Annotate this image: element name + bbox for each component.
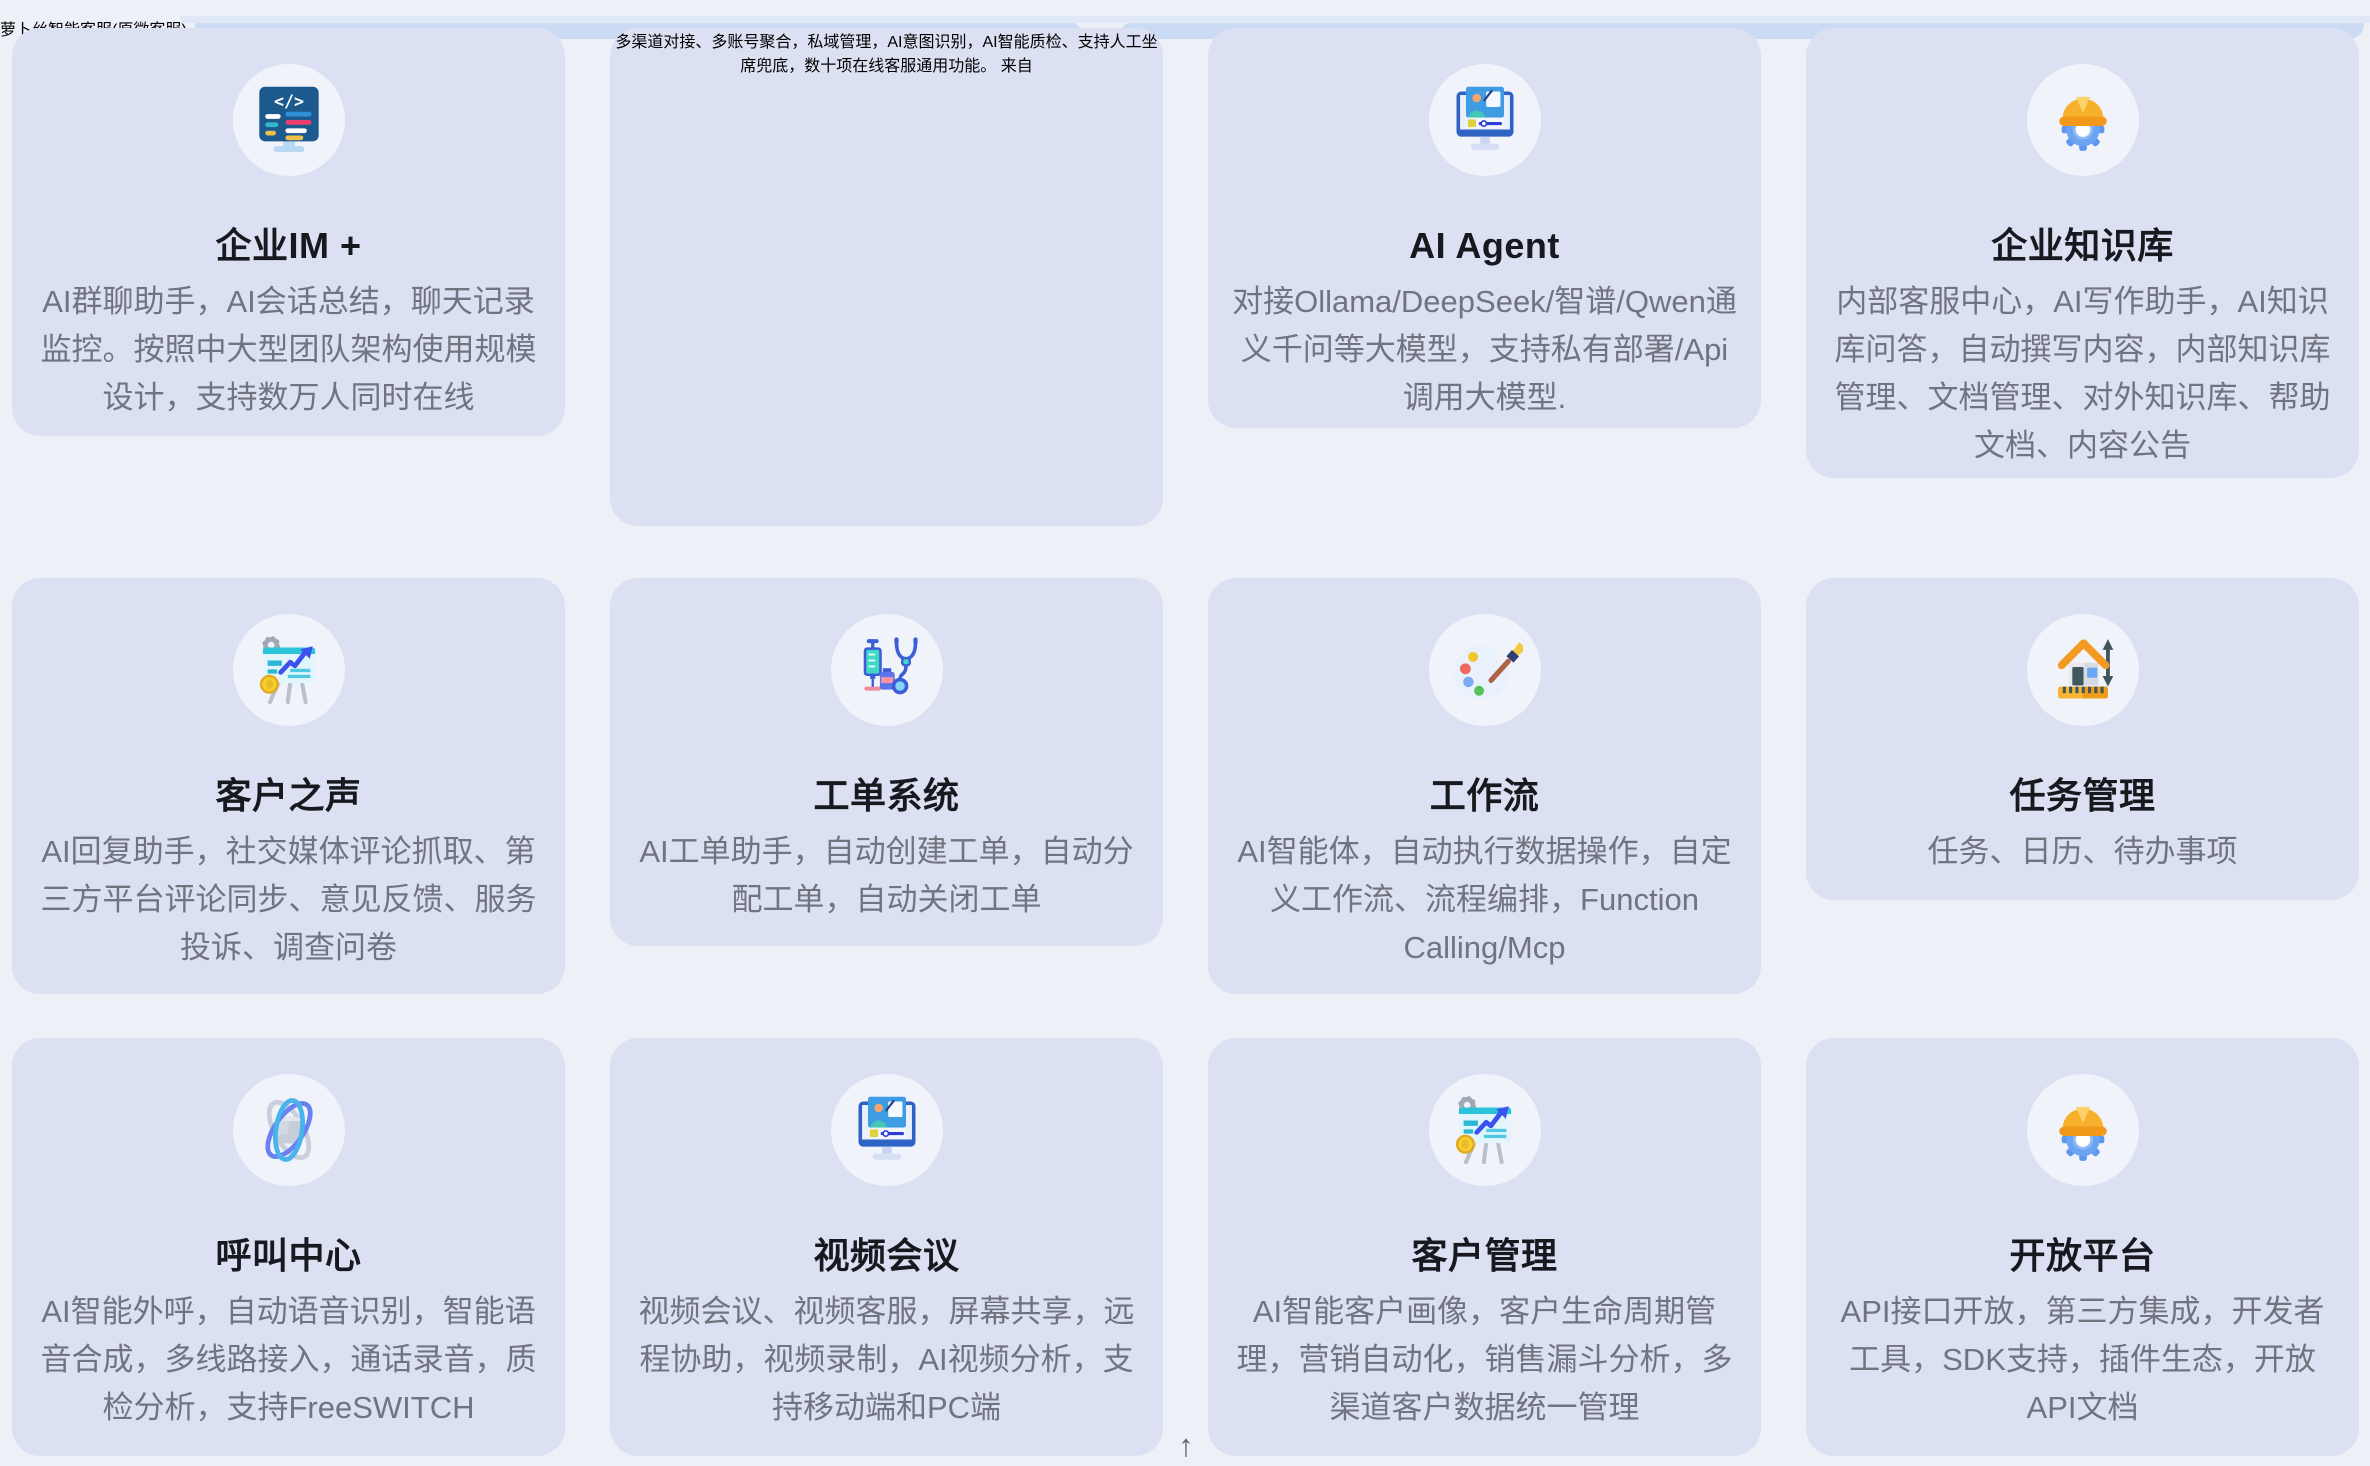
presenter-screen-icon [1429, 64, 1541, 176]
back-to-top-arrow-icon[interactable]: ↑ [1168, 1428, 1204, 1464]
feature-title: AI Agent [1208, 222, 1761, 270]
feature-title: 工作流 [1208, 772, 1761, 820]
feature-card-ai-agent[interactable]: AI Agent 对接Ollama/DeepSeek/智谱/Qwen通义千问等大… [1208, 28, 1761, 428]
feature-title: 呼叫中心 [12, 1232, 565, 1280]
feature-title: 企业知识库 [1806, 222, 2359, 270]
feature-desc: AI工单助手，自动创建工单，自动分配工单，自动关闭工单 [610, 828, 1163, 924]
feature-title: 客户管理 [1208, 1232, 1761, 1280]
feature-desc: 对接Ollama/DeepSeek/智谱/Qwen通义千问等大模型，支持私有部署… [1208, 278, 1761, 422]
feature-card-workflow[interactable]: 工作流 AI智能体，自动执行数据操作，自定义工作流、流程编排，Function … [1208, 578, 1761, 994]
medical-kit-icon [831, 614, 943, 726]
feature-card-knowledge-base[interactable]: 企业知识库 内部客服中心，AI写作助手，AI知识库问答，自动撰写内容，内部知识库… [1806, 28, 2359, 478]
feature-desc: AI群聊助手，AI会话总结，聊天记录监控。按照中大型团队架构使用规模设计，支持数… [12, 278, 565, 422]
top-section-divider [180, 16, 2370, 23]
palette-icon [1429, 614, 1541, 726]
feature-card-open-platform[interactable]: 开放平台 API接口开放，第三方集成，开发者工具，SDK支持，插件生态，开放AP… [1806, 1038, 2359, 1456]
feature-card-call-center[interactable]: 呼叫中心 AI智能外呼，自动语音识别，智能语音合成，多线路接入，通话录音，质检分… [12, 1038, 565, 1456]
chart-easel-icon [233, 614, 345, 726]
feature-card-ticket-system[interactable]: 工单系统 AI工单助手，自动创建工单，自动分配工单，自动关闭工单 [610, 578, 1163, 946]
feature-desc: 任务、日历、待办事项 [1806, 828, 2359, 876]
hardhat-gear-icon [2027, 1074, 2139, 1186]
feature-title: 视频会议 [610, 1232, 1163, 1280]
feature-title: 工单系统 [610, 772, 1163, 820]
feature-desc: AI回复助手，社交媒体评论抓取、第三方平台评论同步、意见反馈、服务投诉、调查问卷 [12, 828, 565, 972]
feature-title: 客户之声 [12, 772, 565, 820]
chart-easel-icon [1429, 1074, 1541, 1186]
feature-title: 开放平台 [1806, 1232, 2359, 1280]
feature-card-video-meeting[interactable]: 视频会议 视频会议、视频客服，屏幕共享，远程协助，视频录制，AI视频分析，支持移… [610, 1038, 1163, 1456]
feature-desc: AI智能外呼，自动语音识别，智能语音合成，多线路接入，通话录音，质检分析，支持F… [12, 1288, 565, 1432]
feature-desc: 内部客服中心，AI写作助手，AI知识库问答，自动撰写内容，内部知识库管理、文档管… [1806, 278, 2359, 470]
feature-desc-text: 多渠道对接、多账号聚合，私域管理，AI意图识别，AI智能质检、支持人工坐席兜底，… [615, 34, 1157, 75]
hardhat-gear-icon [2027, 64, 2139, 176]
presenter-screen-icon [831, 1074, 943, 1186]
feature-title: 企业IM + [12, 222, 565, 270]
feature-desc: AI智能体，自动执行数据操作，自定义工作流、流程编排，Function Call… [1208, 828, 1761, 972]
feature-desc: 视频会议、视频客服，屏幕共享，远程协助，视频录制，AI视频分析，支持移动端和PC… [610, 1288, 1163, 1432]
feature-desc: API接口开放，第三方集成，开发者工具，SDK支持，插件生态，开放API文档 [1806, 1288, 2359, 1432]
atom-database-icon [233, 1074, 345, 1186]
feature-card-customer-management[interactable]: 客户管理 AI智能客户画像，客户生命周期管理，营销自动化，销售漏斗分析，多渠道客… [1208, 1038, 1761, 1456]
feature-card-online-service[interactable]: 多渠道对接、多账号聚合，私域管理，AI意图识别，AI智能质检、支持人工坐席兜底，… [610, 28, 1163, 526]
code-window-icon [233, 64, 345, 176]
feature-title: 任务管理 [1806, 772, 2359, 820]
feature-card-task-management[interactable]: 任务管理 任务、日历、待办事项 [1806, 578, 2359, 900]
feature-desc: AI智能客户画像，客户生命周期管理，营销自动化，销售漏斗分析，多渠道客户数据统一… [1208, 1288, 1761, 1432]
house-ruler-icon [2027, 614, 2139, 726]
feature-card-enterprise-im[interactable]: 企业IM + AI群聊助手，AI会话总结，聊天记录监控。按照中大型团队架构使用规… [12, 28, 565, 436]
feature-card-voice-of-customer[interactable]: 客户之声 AI回复助手，社交媒体评论抓取、第三方平台评论同步、意见反馈、服务投诉… [12, 578, 565, 994]
